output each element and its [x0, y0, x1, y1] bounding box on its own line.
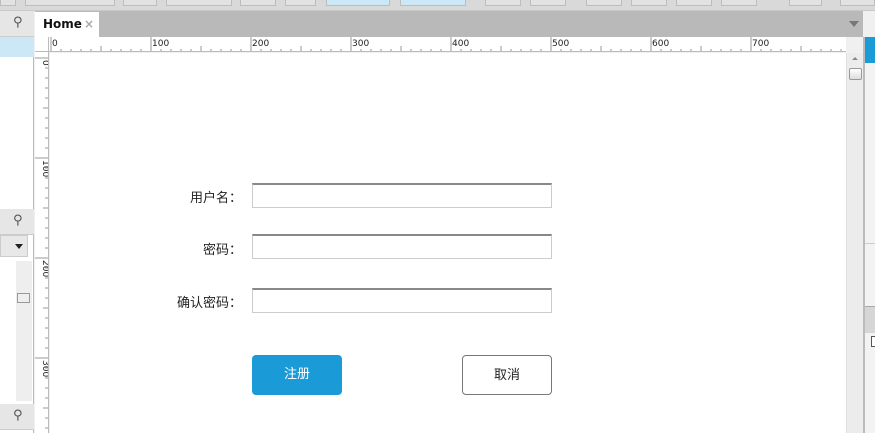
checkbox[interactable] — [871, 336, 875, 347]
search-icon[interactable]: ⚲ — [13, 408, 23, 423]
horizontal-ruler[interactable]: 0100200300400500600700800 — [49, 37, 846, 52]
ruler-label: 400 — [452, 39, 469, 49]
toolbar-button[interactable] — [530, 0, 566, 6]
right-panel-tab-active[interactable] — [865, 37, 875, 63]
pages-panel-header: ⚲ — [0, 11, 34, 37]
password-label: 密码： — [202, 243, 242, 258]
confirm-password-input[interactable] — [252, 288, 552, 313]
toolbar-button[interactable] — [166, 0, 232, 6]
library-scrollbar[interactable] — [16, 261, 32, 401]
toolbar-button[interactable] — [631, 0, 667, 6]
tab-label: Home — [43, 17, 82, 31]
toolbar-button[interactable] — [586, 0, 622, 6]
ruler-label: 100 — [152, 39, 169, 49]
right-panel — [863, 37, 875, 433]
tab-home[interactable]: Home × — [35, 12, 99, 37]
toolbar-button[interactable] — [840, 0, 875, 6]
scroll-up-arrow-icon[interactable] — [852, 57, 858, 60]
library-panel-header: ⚲ — [0, 209, 34, 235]
toolbar-button[interactable] — [485, 0, 521, 6]
ruler-label: 300 — [40, 360, 49, 377]
tab-menu-chevron-icon[interactable] — [849, 21, 859, 27]
divider — [865, 243, 875, 244]
canvas-vertical-scrollbar[interactable] — [846, 53, 863, 433]
confirm-password-label: 确认密码： — [176, 296, 242, 311]
ruler-label: 200 — [252, 39, 269, 49]
password-input[interactable] — [252, 234, 552, 259]
ruler-label: 100 — [40, 160, 49, 177]
toolbar-button[interactable] — [721, 0, 757, 6]
register-button[interactable]: 注册 — [252, 355, 342, 395]
scrollbar-thumb[interactable] — [17, 293, 30, 303]
ruler-label: 500 — [552, 39, 569, 49]
library-dropdown[interactable] — [0, 235, 28, 257]
ruler-label: 200 — [40, 260, 49, 277]
cancel-button[interactable]: 取消 — [462, 355, 552, 395]
username-input[interactable] — [252, 183, 552, 208]
tab-bar: Home × — [35, 11, 863, 37]
toolbar-button[interactable] — [240, 0, 276, 6]
toolbar-button[interactable] — [123, 0, 157, 6]
masters-panel-header: ⚲ — [0, 404, 34, 430]
ruler-label: 0 — [52, 39, 58, 49]
ruler-label: 0 — [40, 60, 49, 66]
toolbar — [0, 0, 875, 11]
toolbar-button[interactable] — [0, 0, 16, 6]
scrollbar-thumb[interactable] — [849, 68, 862, 80]
toolbar-button[interactable] — [400, 0, 466, 6]
toolbar-button[interactable] — [285, 0, 316, 6]
right-panel-header — [865, 306, 875, 333]
vertical-ruler[interactable]: 0 100 200 300 — [35, 52, 49, 433]
toolbar-button[interactable] — [25, 0, 115, 6]
chevron-down-icon — [15, 244, 23, 249]
ruler-label: 700 — [752, 39, 769, 49]
left-panel: ⚲ ⚲ ⚲ — [0, 11, 34, 433]
username-label: 用户名： — [189, 191, 242, 206]
ruler-label: 300 — [352, 39, 369, 49]
search-icon[interactable]: ⚲ — [13, 213, 23, 228]
search-icon[interactable]: ⚲ — [13, 15, 23, 30]
toolbar-button[interactable] — [789, 0, 822, 6]
ruler-label: 600 — [652, 39, 669, 49]
toolbar-button[interactable] — [676, 0, 712, 6]
toolbar-button[interactable] — [326, 0, 390, 6]
ruler-corner — [35, 37, 49, 52]
close-icon[interactable]: × — [84, 17, 94, 31]
selected-page-row[interactable] — [0, 37, 34, 57]
